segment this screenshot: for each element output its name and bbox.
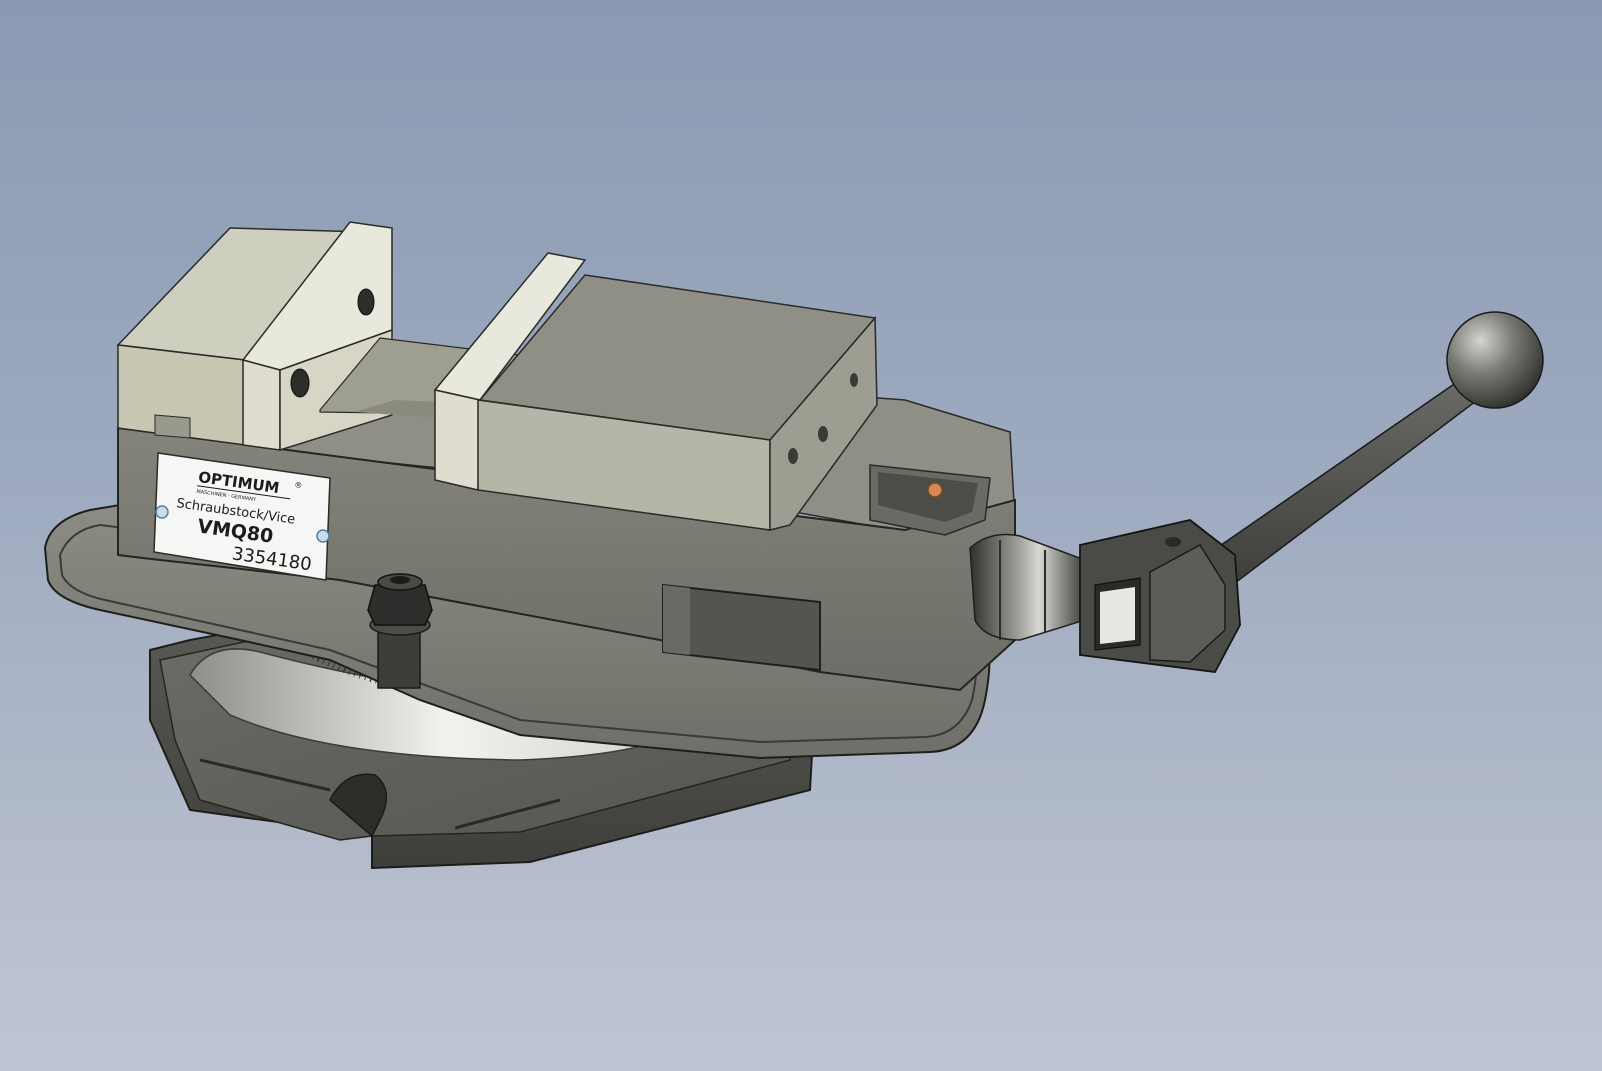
orange-pin [927,482,943,498]
vice-handle[interactable] [1079,311,1544,673]
spindle-collar [969,533,1086,641]
jaw-bolt-hole [357,288,375,316]
jaw-bolt-hole [290,368,310,398]
cad-viewport[interactable]: OPTIMUM ® MASCHINEN · GERMANY Schraubsto… [0,0,1602,1071]
rivet-icon [316,529,330,543]
vice-3d-model[interactable]: OPTIMUM ® MASCHINEN · GERMANY Schraubsto… [0,0,1602,1071]
rivet-icon [155,505,169,519]
handle-knob[interactable] [1446,311,1544,409]
fixed-jaw [116,221,393,452]
registered-mark: ® [294,480,303,490]
movable-jaw [433,252,878,531]
